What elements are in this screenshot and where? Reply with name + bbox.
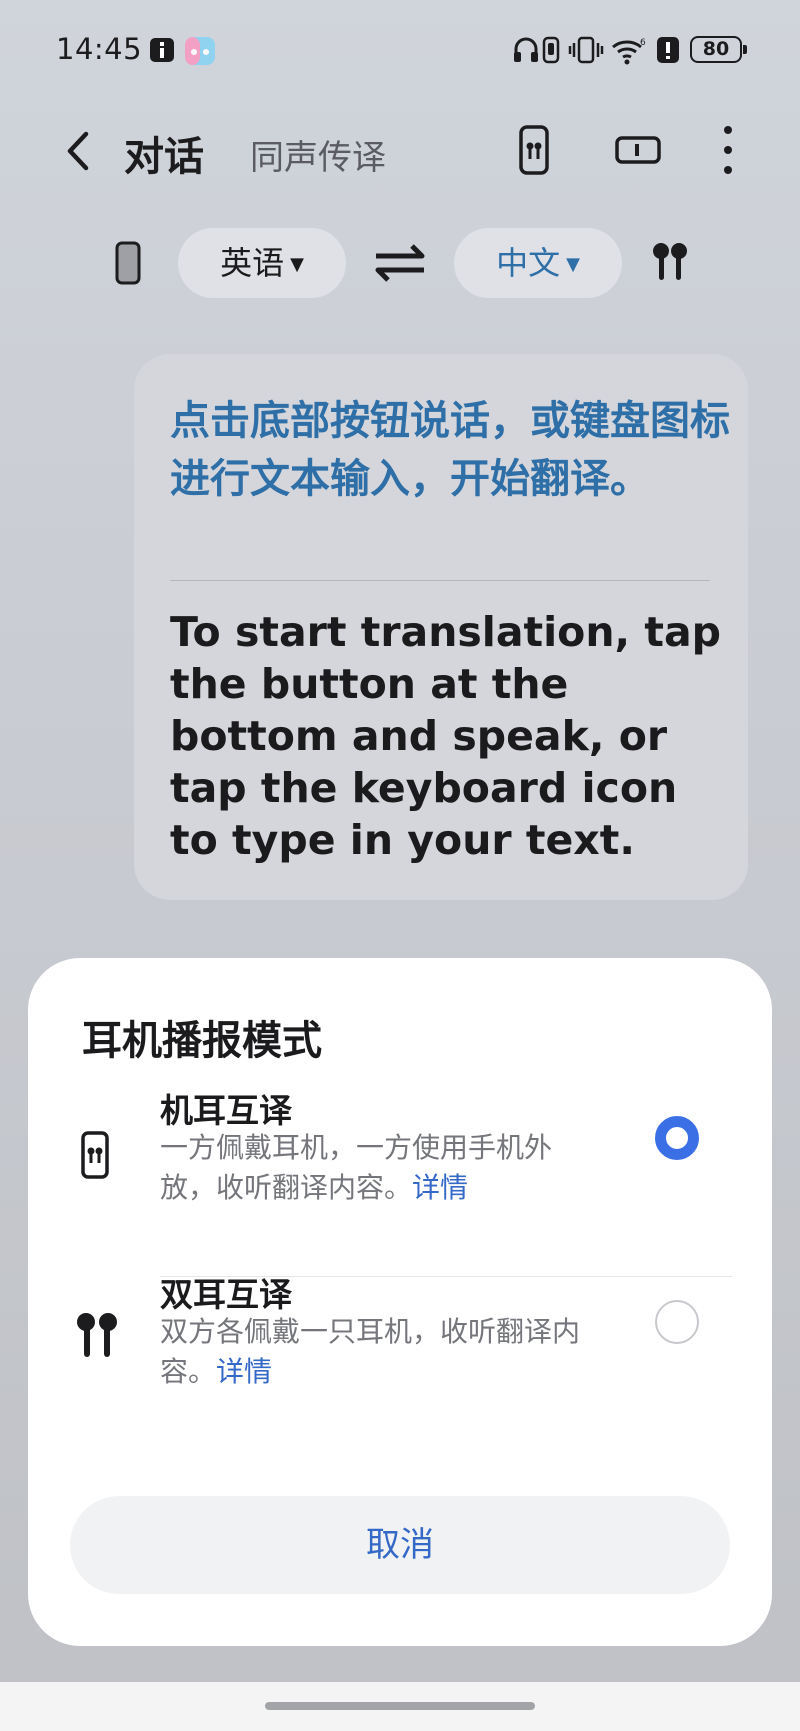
target-language-select[interactable]: 中文 ▼ <box>454 228 622 298</box>
game-icon <box>184 36 216 70</box>
phone-earbud-icon <box>80 1130 110 1184</box>
phone-earbud-icon[interactable] <box>518 124 550 180</box>
status-time: 14:45 <box>56 32 143 66</box>
app-header: 对话 同声传译 <box>0 112 800 188</box>
details-link[interactable]: 详情 <box>412 1171 468 1204</box>
option-title: 双耳互译 <box>160 1275 292 1314</box>
earbud-icon <box>542 36 560 68</box>
swap-icon[interactable] <box>372 242 428 288</box>
earbuds-icon[interactable] <box>650 240 690 290</box>
option-description: 一方佩戴耳机，一方使用手机外放，收听翻译内容。详情 <box>160 1131 553 1204</box>
chevron-down-icon: ▼ <box>566 254 580 275</box>
cancel-button[interactable]: 取消 <box>70 1496 730 1594</box>
divider <box>170 580 710 581</box>
page-title: 对话 <box>124 134 204 180</box>
phone-icon <box>114 240 142 290</box>
radio-selected[interactable] <box>655 1116 699 1160</box>
chevron-down-icon: ▼ <box>290 254 304 275</box>
app-screen: 14:45 6 80 对话 同声传译 英语 ▼ 中文 ▼ 点击底部按钮说话，或键… <box>0 0 800 1731</box>
more-icon[interactable] <box>720 124 736 180</box>
battery-icon: 80 <box>690 36 747 63</box>
notification-icon <box>148 36 176 68</box>
svg-text:6: 6 <box>640 38 646 48</box>
english-hint-text: To start translation, tap the button at … <box>170 608 721 864</box>
headphones-icon <box>512 36 540 68</box>
details-link[interactable]: 详情 <box>216 1355 272 1388</box>
language-bar: 英语 ▼ 中文 ▼ <box>0 228 800 298</box>
alert-icon <box>656 36 680 68</box>
chinese-hint-text: 点击底部按钮说话，或键盘图标进行文本输入，开始翻译。 <box>170 398 730 502</box>
target-language-label: 中文 <box>496 244 561 282</box>
source-language-label: 英语 <box>220 244 285 282</box>
option-description: 双方各佩戴一只耳机，收听翻译内容。详情 <box>160 1315 581 1388</box>
option-title: 机耳互译 <box>160 1091 292 1130</box>
home-indicator[interactable] <box>265 1702 535 1710</box>
sheet-title: 耳机播报模式 <box>82 1018 322 1064</box>
radio-unselected[interactable] <box>655 1300 699 1344</box>
status-bar: 14:45 6 80 <box>0 28 800 74</box>
source-language-select[interactable]: 英语 ▼ <box>178 228 346 298</box>
option-dual-earbud[interactable]: 双耳互译 双方各佩戴一只耳机，收听翻译内容。详情 <box>28 1275 772 1480</box>
back-icon[interactable] <box>58 126 102 176</box>
translation-hint-card: 点击底部按钮说话，或键盘图标进行文本输入，开始翻译。 To start tran… <box>134 354 748 900</box>
navigation-bar <box>0 1682 800 1731</box>
vibrate-icon <box>568 36 604 68</box>
wifi-icon: 6 <box>610 36 648 70</box>
tab-simultaneous-interpretation[interactable]: 同声传译 <box>250 130 386 179</box>
earbuds-icon <box>74 1310 120 1366</box>
option-phone-earbud[interactable]: 机耳互译 一方佩戴耳机，一方使用手机外放，收听翻译内容。详情 <box>28 1091 772 1294</box>
earphone-mode-sheet: 耳机播报模式 机耳互译 一方佩戴耳机，一方使用手机外放，收听翻译内容。详情 双耳… <box>28 958 772 1646</box>
split-screen-icon[interactable] <box>614 124 662 180</box>
